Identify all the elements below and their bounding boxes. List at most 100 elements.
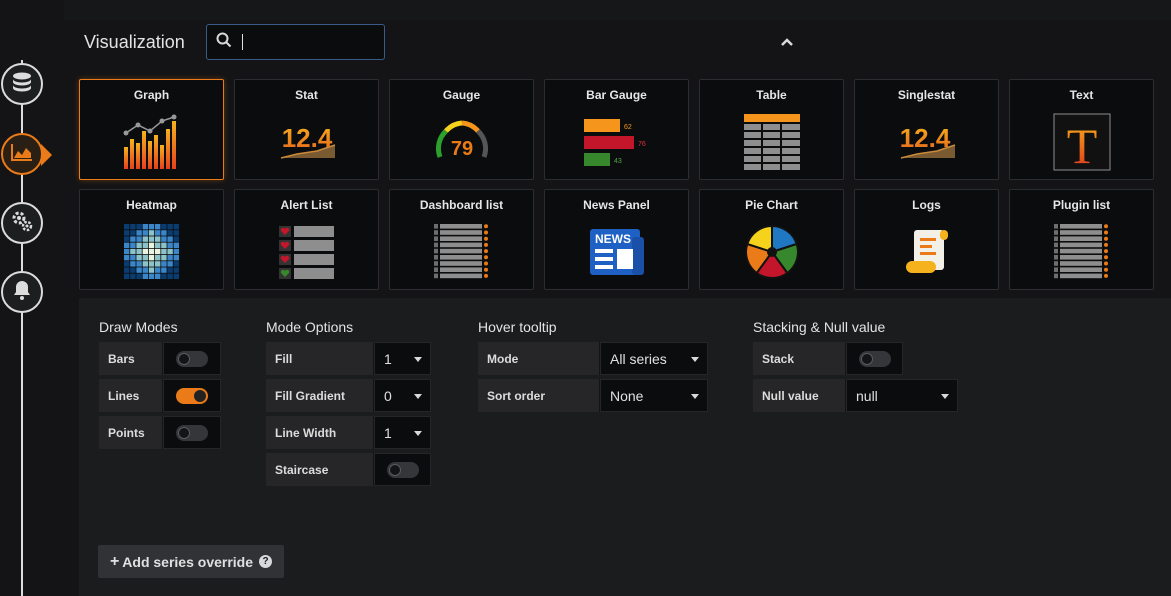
staircase-toggle[interactable] (387, 461, 419, 478)
pie-chart-icon (700, 218, 843, 286)
plus-icon: + (109, 552, 120, 570)
bars-toggle[interactable] (176, 350, 208, 367)
fill-gradient-row: Fill Gradient 0 (266, 379, 431, 412)
viz-tile-heatmap[interactable]: Heatmap (79, 189, 224, 290)
lines-field (163, 379, 221, 412)
toggle-knob (178, 426, 190, 439)
help-icon[interactable]: ? (259, 555, 273, 568)
side-rail (0, 0, 64, 596)
toggle-knob (389, 463, 401, 476)
general-tab[interactable] (1, 202, 43, 244)
lines-toggle[interactable] (176, 387, 208, 404)
stat-icon: 12.4 (235, 108, 378, 176)
search-box[interactable] (206, 24, 385, 60)
visualization-header: Visualization (64, 20, 1171, 72)
tile-label: Logs (912, 198, 941, 212)
search-icon (216, 32, 232, 53)
visualization-tab[interactable] (1, 133, 43, 175)
tile-label: Graph (133, 88, 170, 102)
viz-tile-logs[interactable]: Logs (854, 189, 999, 290)
tile-label: Singlestat (897, 88, 956, 102)
viz-tile-alert-list[interactable]: Alert List (234, 189, 379, 290)
fill-select[interactable]: 1 (374, 342, 431, 375)
section-title: Visualization (84, 32, 185, 52)
sort-order-row: Sort order None (478, 379, 708, 412)
caret-down-icon (414, 357, 422, 362)
line-width-value: 1 (384, 424, 392, 441)
bar-value-2: 76 (638, 141, 646, 148)
caret-down-icon (941, 394, 949, 399)
stacking-title: Stacking & Null value (753, 319, 886, 335)
stack-field (846, 342, 903, 375)
stack-toggle[interactable] (859, 350, 891, 367)
active-tab-pointer (41, 144, 52, 166)
fill-gradient-value: 0 (384, 387, 392, 404)
viz-tile-dashboard-list[interactable]: Dashboard list (389, 189, 534, 290)
null-value-row: Null value null (753, 379, 958, 412)
graph-options: Draw Modes Bars Lines Points Mode Option… (79, 298, 1171, 596)
gauge-icon: 79 (390, 108, 533, 176)
caret-down-icon (691, 357, 699, 362)
viz-tile-gauge[interactable]: Gauge 79 (389, 79, 534, 180)
viz-tile-singlestat[interactable]: Singlestat 12.4 (854, 79, 999, 180)
stack-row: Stack (753, 342, 903, 375)
viz-tile-plugin-list[interactable]: Plugin list (1009, 189, 1154, 290)
viz-tile-stat[interactable]: Stat 12.4 (234, 79, 379, 180)
gauge-value: 79 (450, 138, 472, 160)
bars-field (163, 342, 221, 375)
staircase-field (374, 453, 431, 486)
viz-tile-text[interactable]: Text T (1009, 79, 1154, 180)
viz-tile-pie-chart[interactable]: Pie Chart (699, 189, 844, 290)
visualization-panel: Visualization Graph Stat 12.4 Gauge 79 B… (64, 20, 1171, 596)
queries-tab[interactable] (1, 63, 43, 105)
text-icon: T (1010, 108, 1153, 176)
viz-tile-graph[interactable]: Graph (79, 79, 224, 180)
tooltip-mode-row: Mode All series (478, 342, 708, 375)
viz-tile-news-panel[interactable]: News Panel NEWS (544, 189, 689, 290)
points-label: Points (99, 416, 163, 449)
fill-value: 1 (384, 350, 392, 367)
caret-down-icon (414, 431, 422, 436)
viz-tile-table[interactable]: Table (699, 79, 844, 180)
add-series-override-button[interactable]: + Add series override ? (98, 545, 284, 578)
graph-icon (80, 108, 223, 176)
sort-order-select[interactable]: None (600, 379, 708, 412)
line-width-label: Line Width (266, 416, 374, 449)
tile-label: Dashboard list (419, 198, 504, 212)
tooltip-mode-label: Mode (478, 342, 600, 375)
fill-gradient-label: Fill Gradient (266, 379, 374, 412)
toggle-knob (194, 389, 206, 402)
points-toggle[interactable] (176, 424, 208, 441)
search-input[interactable] (251, 33, 381, 51)
points-field (163, 416, 221, 449)
tile-label: Plugin list (1052, 198, 1111, 212)
table-icon (700, 108, 843, 176)
viz-tile-bar-gauge[interactable]: Bar Gauge 62 76 43 (544, 79, 689, 180)
null-value-select[interactable]: null (846, 379, 958, 412)
alert-tab[interactable] (1, 271, 43, 313)
collapse-button[interactable] (777, 33, 797, 53)
tile-label: Table (756, 88, 787, 102)
tooltip-mode-select[interactable]: All series (600, 342, 708, 375)
staircase-label: Staircase (266, 453, 374, 486)
chevron-up-icon (780, 34, 794, 52)
tile-label: Text (1069, 88, 1094, 102)
draw-modes-title: Draw Modes (99, 319, 178, 335)
tile-label: Pie Chart (745, 198, 798, 212)
bars-row: Bars (99, 342, 221, 375)
fill-gradient-select[interactable]: 0 (374, 379, 431, 412)
hover-tooltip-title: Hover tooltip (478, 319, 557, 335)
text-glyph: T (1066, 118, 1097, 171)
mode-options-title: Mode Options (266, 319, 354, 335)
toggle-knob (178, 352, 190, 365)
lines-label: Lines (99, 379, 163, 412)
text-cursor (242, 34, 243, 50)
singlestat-icon: 12.4 (855, 108, 998, 176)
line-width-select[interactable]: 1 (374, 416, 431, 449)
gears-icon (10, 209, 34, 238)
bar-value-1: 62 (624, 124, 632, 131)
fill-label: Fill (266, 342, 374, 375)
staircase-row: Staircase (266, 453, 431, 486)
bars-label: Bars (99, 342, 163, 375)
news-icon: NEWS (545, 218, 688, 286)
